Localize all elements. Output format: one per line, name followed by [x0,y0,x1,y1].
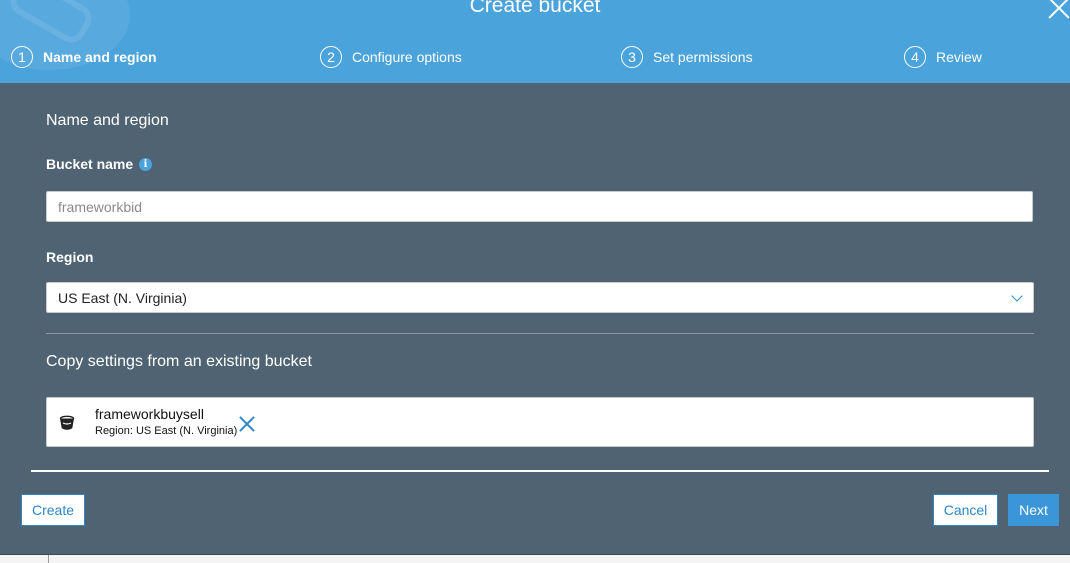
wizard-steps: 1 Name and region 2 Configure options 3 … [0,43,1070,71]
step-label: Name and region [43,49,157,65]
bucket-icon [59,415,75,430]
step-configure-options[interactable]: 2 Configure options [320,43,462,71]
region-label: Region [46,249,94,265]
step-review[interactable]: 4 Review [904,43,982,71]
step-label: Review [936,49,982,65]
region-select[interactable]: US East (N. Virginia) [46,282,1034,313]
close-icon[interactable] [1046,0,1070,20]
step-label: Set permissions [653,49,753,65]
modal-title: Create bucket [469,0,601,17]
copy-settings-heading: Copy settings from an existing bucket [46,353,312,370]
footer-divider [31,470,1049,472]
step-set-permissions[interactable]: 3 Set permissions [621,43,753,71]
remove-icon[interactable] [238,415,256,433]
existing-bucket-region: Region: US East (N. Virginia) [95,425,238,437]
step-number: 4 [904,46,926,68]
step-name-and-region[interactable]: 1 Name and region [11,43,157,71]
bucket-name-label: Bucket name [46,156,134,172]
info-icon[interactable]: i [139,158,152,171]
step-label: Configure options [352,49,462,65]
next-button[interactable]: Next [1008,494,1059,526]
section-divider [46,333,1034,334]
section-heading: Name and region [46,112,169,129]
step-number: 2 [320,46,342,68]
cancel-button[interactable]: Cancel [933,494,998,526]
create-bucket-modal: Create bucket 1 Name and region 2 Config… [0,0,1070,555]
step-number: 3 [621,46,643,68]
modal-header: Create bucket 1 Name and region 2 Config… [0,0,1070,83]
bucket-name-input[interactable] [46,191,1033,222]
region-selected-value: US East (N. Virginia) [58,290,187,306]
existing-bucket-card[interactable]: frameworkbuysell Region: US East (N. Vir… [46,397,1034,447]
chevron-down-icon [1011,290,1023,302]
step-number: 1 [11,46,33,68]
create-button[interactable]: Create [21,494,85,526]
existing-bucket-name: frameworkbuysell [95,406,204,422]
